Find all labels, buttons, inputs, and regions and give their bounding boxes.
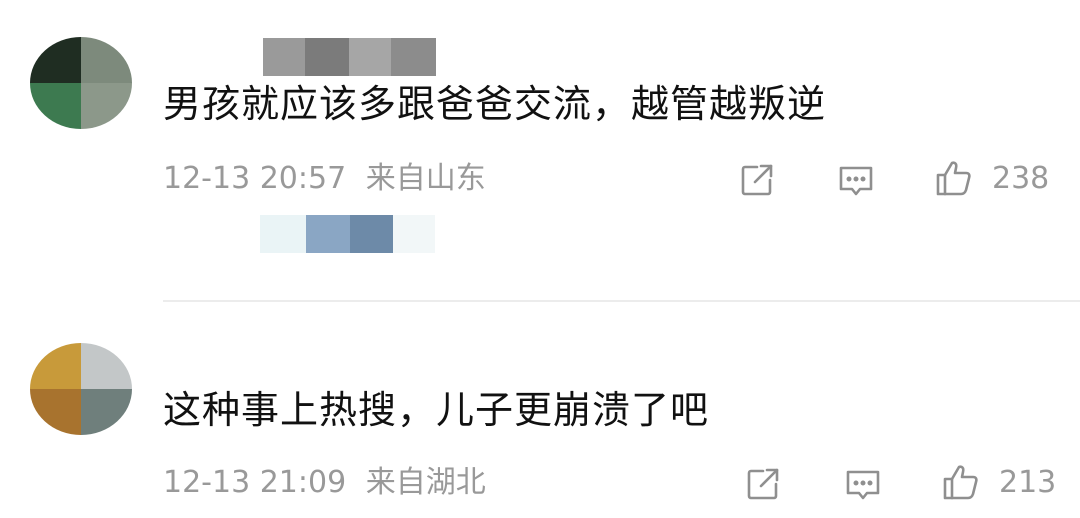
- avatar-pixel: [30, 83, 81, 129]
- avatar-pixel: [81, 37, 132, 83]
- avatar[interactable]: [30, 343, 132, 435]
- blur-block: [349, 38, 391, 76]
- reply-blurred[interactable]: [260, 215, 435, 253]
- avatar-pixel: [81, 83, 132, 129]
- comment-text: 男孩就应该多跟爸爸交流，越管越叛逆: [163, 82, 827, 126]
- comment-date: 12-13 21:09: [163, 465, 347, 500]
- share-icon[interactable]: [737, 160, 777, 200]
- thumbs-up-icon[interactable]: [934, 158, 974, 198]
- thumbs-up-icon[interactable]: [941, 462, 981, 502]
- blur-block: [391, 38, 436, 76]
- username-blurred[interactable]: [263, 38, 436, 76]
- blur-block: [305, 38, 349, 76]
- comment-item: 这种事上热搜，儿子更崩溃了吧 12-13 21:09 来自湖北 213: [0, 303, 1080, 518]
- share-icon[interactable]: [743, 464, 783, 504]
- divider: [163, 300, 1080, 302]
- like-count: 213: [999, 465, 1057, 500]
- avatar-pixel: [30, 37, 81, 83]
- comment-meta: 12-13 20:57 来自山东: [163, 161, 486, 197]
- blur-block: [263, 38, 305, 76]
- avatar-pixel: [81, 389, 132, 435]
- comment-location: 来自山东: [365, 161, 486, 196]
- comment-location: 来自湖北: [365, 465, 486, 500]
- comment-icon[interactable]: [843, 465, 883, 505]
- avatar-pixel: [30, 389, 81, 435]
- blur-block: [350, 215, 393, 253]
- blur-block: [260, 215, 306, 253]
- comment-icon[interactable]: [836, 161, 876, 201]
- avatar[interactable]: [30, 37, 132, 129]
- comment-meta: 12-13 21:09 来自湖北: [163, 465, 486, 501]
- like-count: 238: [992, 161, 1050, 196]
- avatar-pixel: [81, 343, 132, 389]
- blur-block: [393, 215, 435, 253]
- blur-block: [306, 215, 350, 253]
- comment-item: 男孩就应该多跟爸爸交流，越管越叛逆 12-13 20:57 来自山东 238: [0, 0, 1080, 300]
- comment-text: 这种事上热搜，儿子更崩溃了吧: [163, 388, 710, 432]
- avatar-pixel: [30, 343, 81, 389]
- comment-date: 12-13 20:57: [163, 161, 347, 196]
